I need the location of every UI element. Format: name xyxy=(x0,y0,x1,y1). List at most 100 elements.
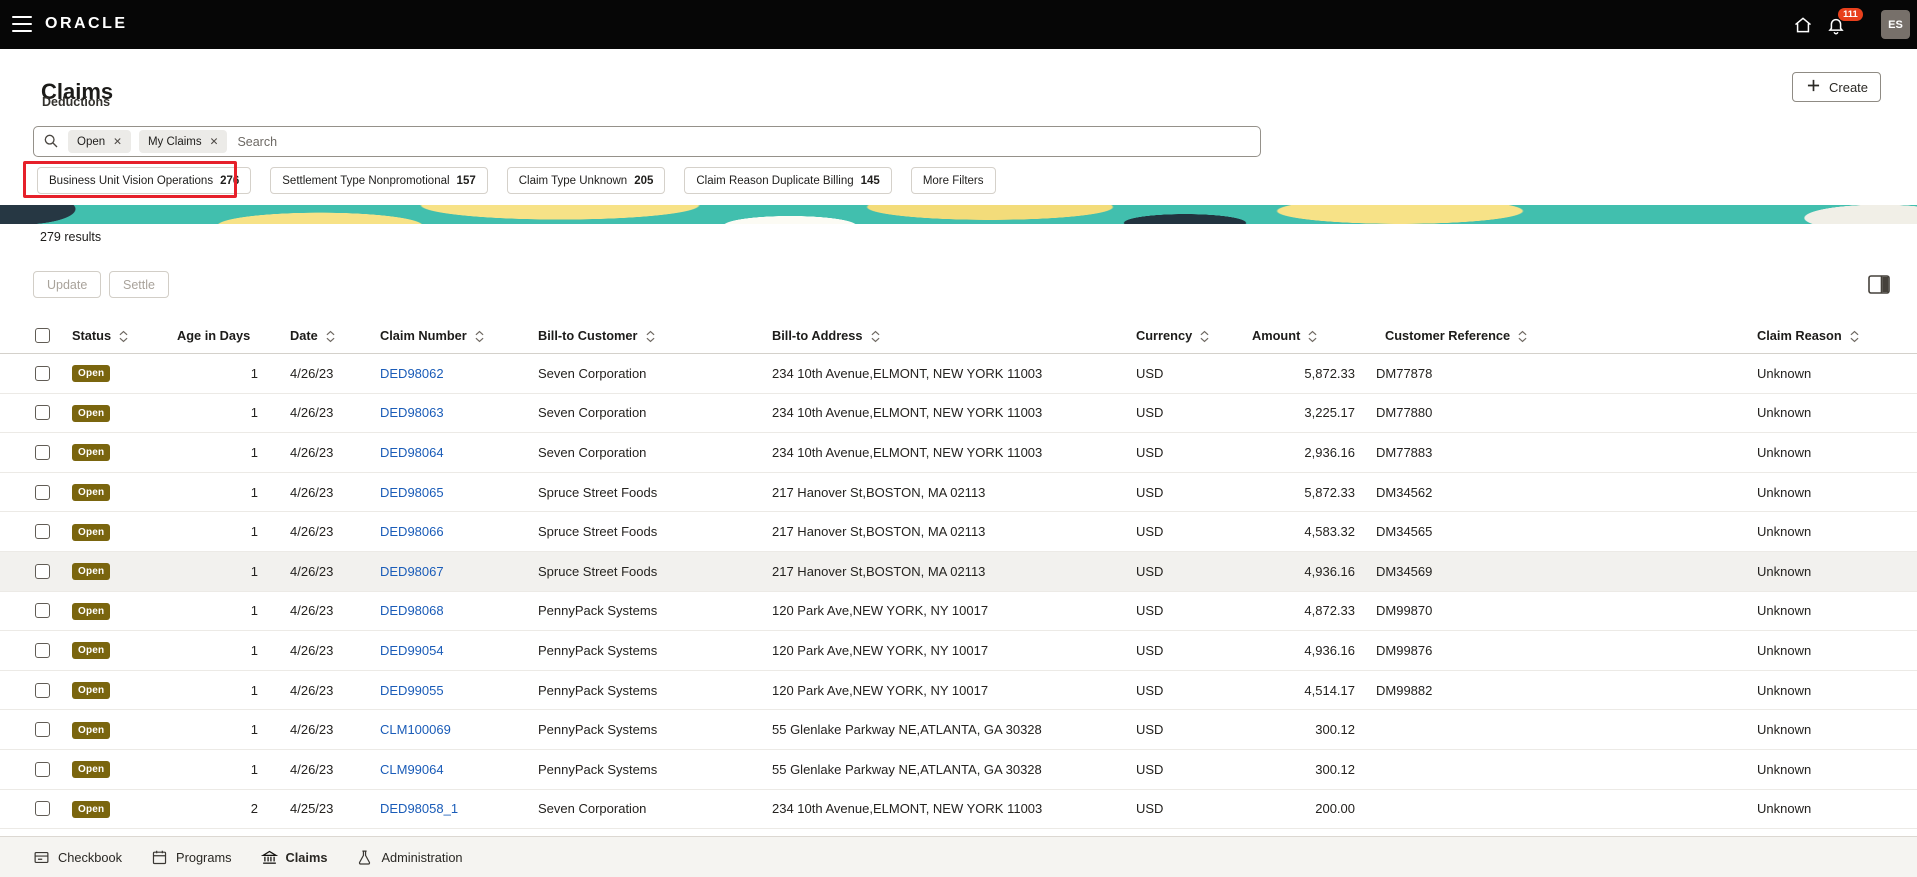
status-badge: Open xyxy=(72,523,111,541)
table-row: Open 1 4/26/23 DED99054 PennyPack System… xyxy=(0,630,1917,671)
claim-number-link[interactable]: CLM99064 xyxy=(380,762,444,777)
claim-reason-cell: Unknown xyxy=(1745,511,1917,552)
sort-icon[interactable] xyxy=(119,330,128,343)
nav-item-checkbook[interactable]: Checkbook xyxy=(33,849,122,866)
column-header-status[interactable]: Status xyxy=(60,318,165,354)
filter-chip-claim-type[interactable]: Claim Type Unknown 205 xyxy=(506,167,666,194)
column-header-amount[interactable]: Amount xyxy=(1240,318,1364,354)
row-checkbox[interactable] xyxy=(35,801,50,817)
amount-cell: 3,225.17 xyxy=(1240,393,1364,434)
customer-reference-cell xyxy=(1364,709,1745,750)
status-badge: Open xyxy=(72,761,111,779)
bill-to-address-cell: 217 Hanover St,BOSTON, MA 02113 xyxy=(760,511,1124,552)
nav-item-label: Claims xyxy=(285,849,328,865)
age-in-days-cell: 2 xyxy=(165,789,270,830)
row-checkbox[interactable] xyxy=(35,484,50,500)
page-subtitle: Deductions xyxy=(42,95,111,109)
bill-to-customer-cell: PennyPack Systems xyxy=(526,670,760,711)
filter-chip-label: Claim Reason Duplicate Billing xyxy=(696,174,854,187)
age-in-days-cell: 1 xyxy=(165,591,270,632)
search-chip-open[interactable]: Open ✕ xyxy=(68,130,131,153)
filter-chip-settlement-type[interactable]: Settlement Type Nonpromotional 157 xyxy=(270,167,488,194)
column-header-date[interactable]: Date xyxy=(270,318,368,354)
currency-cell: USD xyxy=(1124,749,1240,790)
age-in-days-cell: 1 xyxy=(165,630,270,671)
create-button-label: Create xyxy=(1829,79,1869,95)
nav-item-programs[interactable]: Programs xyxy=(151,849,232,866)
row-checkbox[interactable] xyxy=(35,405,50,421)
claim-number-link[interactable]: DED98062 xyxy=(380,366,444,381)
column-header-age-in-days[interactable]: Age in Days xyxy=(165,318,270,354)
claim-reason-cell: Unknown xyxy=(1745,749,1917,790)
nav-item-claims[interactable]: Claims xyxy=(260,849,328,866)
close-icon[interactable]: ✕ xyxy=(113,136,122,148)
row-checkbox[interactable] xyxy=(35,563,50,579)
avatar[interactable]: ES xyxy=(1881,10,1910,39)
column-header-bill-to-customer[interactable]: Bill-to Customer xyxy=(526,318,760,354)
topbar: ORACLE 111 ES xyxy=(0,0,1917,49)
claim-reason-cell: Unknown xyxy=(1745,670,1917,711)
row-checkbox[interactable] xyxy=(35,722,50,738)
claim-number-link[interactable]: DED98067 xyxy=(380,564,444,579)
row-checkbox[interactable] xyxy=(35,642,50,658)
claim-number-link[interactable]: DED98058_1 xyxy=(380,801,458,816)
bill-to-address-cell: 234 10th Avenue,ELMONT, NEW YORK 11003 xyxy=(760,353,1124,394)
sort-icon[interactable] xyxy=(1200,330,1209,343)
select-all-checkbox[interactable] xyxy=(35,328,50,343)
nav-item-label: Checkbook xyxy=(58,849,123,865)
row-checkbox[interactable] xyxy=(35,524,50,540)
search-input[interactable] xyxy=(235,133,1251,150)
claim-number-link[interactable]: DED98064 xyxy=(380,445,444,460)
row-checkbox[interactable] xyxy=(35,365,50,381)
app-root: ORACLE 111 ES Claims Deductions Create O… xyxy=(0,0,1917,877)
home-icon[interactable] xyxy=(1793,15,1813,35)
column-header-claim-number[interactable]: Claim Number xyxy=(368,318,526,354)
settle-button[interactable]: Settle xyxy=(109,271,169,298)
sort-icon[interactable] xyxy=(1850,330,1859,343)
claim-number-link[interactable]: CLM100069 xyxy=(380,722,451,737)
claim-number-link[interactable]: DED99055 xyxy=(380,683,444,698)
bill-to-customer-cell: Spruce Street Foods xyxy=(526,472,760,513)
close-icon[interactable]: ✕ xyxy=(210,136,219,148)
row-checkbox[interactable] xyxy=(35,444,50,460)
sort-icon[interactable] xyxy=(646,330,655,343)
amount-cell: 4,583.32 xyxy=(1240,511,1364,552)
search-chip-my-claims[interactable]: My Claims ✕ xyxy=(138,130,228,153)
row-checkbox[interactable] xyxy=(35,682,50,698)
update-button[interactable]: Update xyxy=(33,271,102,298)
nav-item-administration[interactable]: Administration xyxy=(356,849,463,866)
date-cell: 4/26/23 xyxy=(270,511,368,552)
filter-chip-claim-reason[interactable]: Claim Reason Duplicate Billing 145 xyxy=(684,167,892,194)
more-filters-button[interactable]: More Filters xyxy=(910,167,996,194)
row-checkbox[interactable] xyxy=(35,761,50,777)
customer-reference-cell: DM34569 xyxy=(1364,551,1745,592)
table-row: Open 1 4/26/23 CLM100069 PennyPack Syste… xyxy=(0,709,1917,750)
bill-to-customer-cell: Spruce Street Foods xyxy=(526,511,760,552)
date-cell: 4/26/23 xyxy=(270,670,368,711)
filter-chip-business-unit[interactable]: Business Unit Vision Operations 276 xyxy=(37,167,252,194)
create-button[interactable]: Create xyxy=(1792,72,1882,102)
claim-number-link[interactable]: DED98068 xyxy=(380,603,444,618)
claim-number-link[interactable]: DED99054 xyxy=(380,643,444,658)
customer-reference-cell: DM77883 xyxy=(1364,432,1745,473)
filter-chip-count: 145 xyxy=(860,174,880,187)
sort-icon[interactable] xyxy=(1518,330,1527,343)
date-cell: 4/26/23 xyxy=(270,630,368,671)
sort-icon[interactable] xyxy=(871,330,880,343)
hamburger-menu-icon[interactable] xyxy=(12,16,32,32)
column-header-claim-reason[interactable]: Claim Reason xyxy=(1745,318,1917,354)
row-checkbox[interactable] xyxy=(35,603,50,619)
column-header-currency[interactable]: Currency xyxy=(1124,318,1240,354)
claim-number-link[interactable]: DED98063 xyxy=(380,405,444,420)
detail-panel-toggle-icon[interactable] xyxy=(1866,271,1892,297)
programs-icon xyxy=(151,849,168,866)
table-row: Open 1 4/26/23 DED98062 Seven Corporatio… xyxy=(0,353,1917,394)
amount-cell: 300.12 xyxy=(1240,749,1364,790)
claim-number-link[interactable]: DED98065 xyxy=(380,485,444,500)
column-header-customer-reference[interactable]: Customer Reference xyxy=(1364,318,1745,354)
column-header-bill-to-address[interactable]: Bill-to Address xyxy=(760,318,1124,354)
sort-icon[interactable] xyxy=(1308,330,1317,343)
sort-icon[interactable] xyxy=(475,330,484,343)
claim-number-link[interactable]: DED98066 xyxy=(380,524,444,539)
sort-icon[interactable] xyxy=(326,330,335,343)
